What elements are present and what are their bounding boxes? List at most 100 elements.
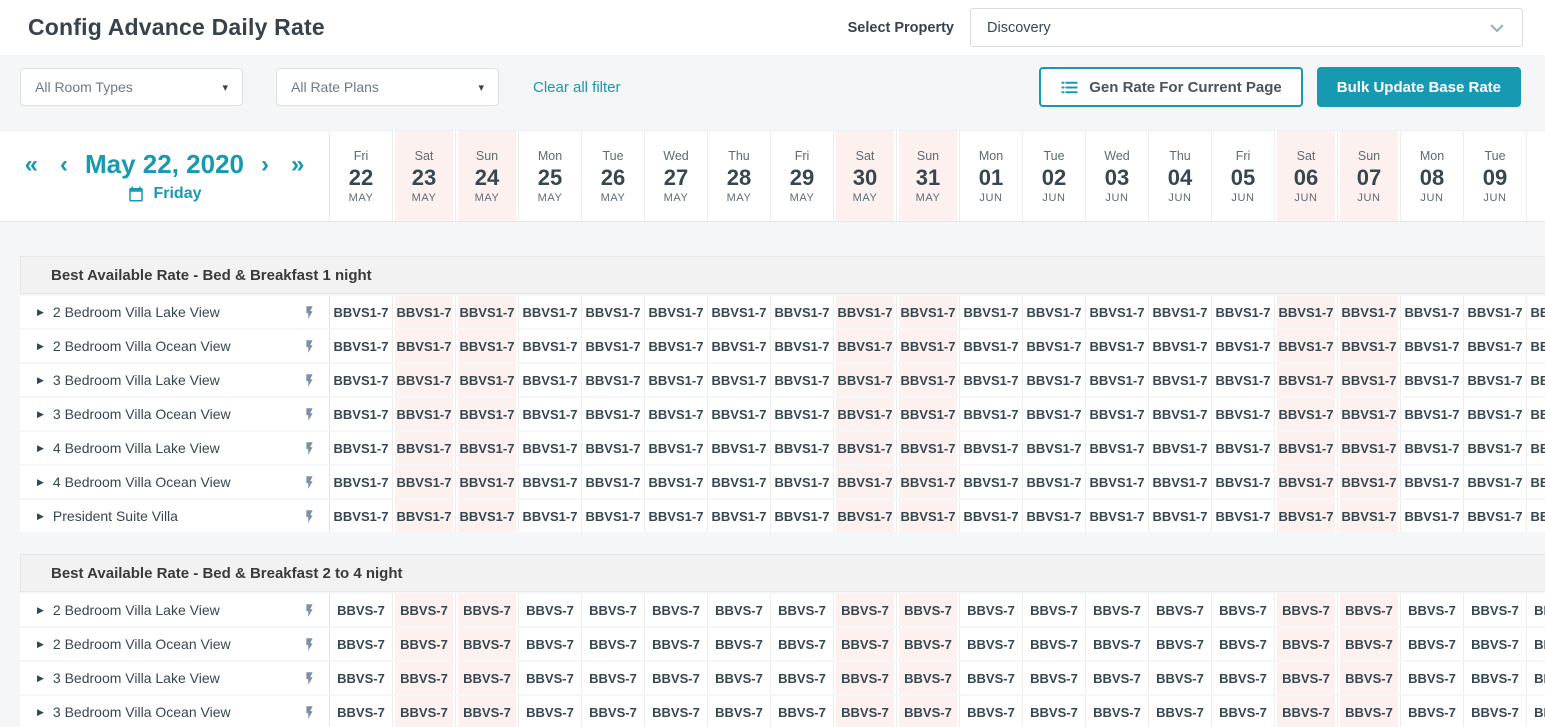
rate-cell[interactable]: BBVS-7	[1023, 662, 1086, 694]
rate-cell[interactable]: BBVS1-7	[330, 432, 393, 464]
rate-cell[interactable]: BBVS-7	[330, 662, 393, 694]
rate-cell[interactable]: BBVS1-7	[330, 296, 393, 328]
rate-cell[interactable]: BBVS1-7	[897, 432, 960, 464]
rate-cell[interactable]: BBVS1-7	[834, 330, 897, 362]
rate-cell[interactable]: BBVS-7	[1464, 662, 1527, 694]
rate-cell[interactable]: BBVS1-7	[834, 432, 897, 464]
rate-cell[interactable]: BBVS1-7	[708, 330, 771, 362]
rate-cell[interactable]: BBVS1-7	[897, 364, 960, 396]
rate-cell[interactable]: BBVS-7	[708, 628, 771, 660]
rate-cell[interactable]: BBVS-7	[1275, 628, 1338, 660]
rate-cell[interactable]: BBVS-7	[960, 696, 1023, 727]
rate-cell[interactable]: BBVS1-7	[1401, 364, 1464, 396]
rate-cell[interactable]: BBVS-7	[771, 696, 834, 727]
rate-cell[interactable]: BBVS-7	[1275, 696, 1338, 727]
rate-plans-select[interactable]: All Rate Plans ▾	[276, 68, 499, 106]
rate-cell[interactable]: BBVS1-7	[1086, 398, 1149, 430]
rate-cell[interactable]: BBVS1-7	[1338, 432, 1401, 464]
rate-cell[interactable]: BBVS-7	[456, 662, 519, 694]
rate-cell[interactable]: BBVS-7	[582, 662, 645, 694]
rate-cell[interactable]: BBVS-7	[1149, 628, 1212, 660]
rate-cell[interactable]: BBVS-7	[1401, 662, 1464, 694]
rate-cell[interactable]: BBVS1-7	[1527, 500, 1545, 532]
rate-cell[interactable]: BBVS1-7	[456, 330, 519, 362]
rate-cell[interactable]: BBVS-7	[645, 662, 708, 694]
rate-cell[interactable]: BBVS-7	[1023, 594, 1086, 626]
rate-cell[interactable]: BBVS1-7	[330, 500, 393, 532]
rate-cell[interactable]: BBVS1-7	[456, 432, 519, 464]
rate-cell[interactable]: BBVS1-7	[708, 398, 771, 430]
rate-cell[interactable]: BBVS1-7	[1023, 364, 1086, 396]
rate-cell[interactable]: BBVS1-7	[645, 398, 708, 430]
rate-cell[interactable]: BBVS-7	[1212, 594, 1275, 626]
rate-cell[interactable]: BBVS-7	[708, 594, 771, 626]
rate-cell[interactable]: BBVS-7	[1338, 594, 1401, 626]
rate-cell[interactable]: BBVS1-7	[1338, 500, 1401, 532]
rate-cell[interactable]: BBVS-7	[330, 628, 393, 660]
rate-cell[interactable]: BBVS1-7	[834, 466, 897, 498]
rate-cell[interactable]: BBVS-7	[1338, 628, 1401, 660]
rate-cell[interactable]: BBVS1-7	[1527, 432, 1545, 464]
rate-cell[interactable]: BBVS1-7	[960, 330, 1023, 362]
rate-cell[interactable]: BBVS-7	[582, 696, 645, 727]
rate-cell[interactable]: BBVS1-7	[645, 432, 708, 464]
rate-cell[interactable]: BBVS1-7	[1149, 398, 1212, 430]
rate-cell[interactable]: BBVS1-7	[645, 330, 708, 362]
rate-cell[interactable]: BBVS1-7	[1401, 432, 1464, 464]
rate-cell[interactable]: BBVS1-7	[897, 500, 960, 532]
rate-cell[interactable]: BBVS1-7	[1527, 398, 1545, 430]
rate-cell[interactable]: BBVS1-7	[582, 466, 645, 498]
rate-cell[interactable]: BBVS1-7	[771, 364, 834, 396]
rate-cell[interactable]: BBVS-7	[897, 594, 960, 626]
rate-cell[interactable]: BBVS-7	[1275, 594, 1338, 626]
rate-cell[interactable]: BBVS1-7	[456, 296, 519, 328]
rate-cell[interactable]: BBVS1-7	[1212, 398, 1275, 430]
rate-cell[interactable]: BBVS-7	[708, 662, 771, 694]
gen-rate-current-page-button[interactable]: Gen Rate For Current Page	[1039, 67, 1303, 107]
rate-cell[interactable]: BBVS1-7	[1212, 432, 1275, 464]
rate-cell[interactable]: BBVS-7	[960, 628, 1023, 660]
rate-cell[interactable]: BBVS1-7	[1212, 466, 1275, 498]
rate-cell[interactable]: BBVS1-7	[1275, 500, 1338, 532]
expand-arrow-icon[interactable]: ▶	[37, 605, 44, 616]
rate-cell[interactable]: BBVS1-7	[771, 432, 834, 464]
rate-cell[interactable]: BBVS1-7	[960, 398, 1023, 430]
rate-cell[interactable]: BBVS1-7	[1149, 500, 1212, 532]
rate-cell[interactable]: BBVS1-7	[708, 296, 771, 328]
rate-cell[interactable]: BBVS-7	[582, 594, 645, 626]
rate-cell[interactable]: BBVS1-7	[645, 364, 708, 396]
rate-cell[interactable]: BBVS-7	[1086, 628, 1149, 660]
rate-cell[interactable]: BBVS-7	[897, 696, 960, 727]
rate-cell[interactable]: BBVS-7	[771, 628, 834, 660]
rate-cell[interactable]: BBVS-7	[519, 628, 582, 660]
rate-cell[interactable]: BBVS1-7	[393, 432, 456, 464]
flash-bolt-icon[interactable]	[302, 372, 317, 389]
flash-bolt-icon[interactable]	[302, 704, 317, 721]
rate-cell[interactable]: BBVS-7	[1212, 662, 1275, 694]
flash-bolt-icon[interactable]	[302, 508, 317, 525]
rate-cell[interactable]: BBVS-7	[897, 628, 960, 660]
rate-cell[interactable]: BBVS1-7	[582, 296, 645, 328]
rate-cell[interactable]: BBVS1-7	[1023, 466, 1086, 498]
room-types-select[interactable]: All Room Types ▾	[20, 68, 243, 106]
rate-cell[interactable]: BBVS1-7	[1086, 432, 1149, 464]
expand-arrow-icon[interactable]: ▶	[37, 511, 44, 522]
rate-cell[interactable]: BBVS-7	[582, 628, 645, 660]
rate-cell[interactable]: BBVS1-7	[456, 398, 519, 430]
rate-cell[interactable]: BBVS1-7	[393, 500, 456, 532]
rate-cell[interactable]: BBVS1-7	[1401, 296, 1464, 328]
rate-cell[interactable]: BBVS-7	[960, 662, 1023, 694]
rate-cell[interactable]: BBVS1-7	[1212, 500, 1275, 532]
rate-cell[interactable]: BBVS-7	[1023, 696, 1086, 727]
rate-cell[interactable]: BBVS-7	[1527, 662, 1545, 694]
rate-cell[interactable]: BBVS1-7	[1023, 330, 1086, 362]
rate-cell[interactable]: BBVS1-7	[1275, 296, 1338, 328]
rate-cell[interactable]: BBVS1-7	[582, 364, 645, 396]
rate-cell[interactable]: BBVS1-7	[519, 398, 582, 430]
rate-cell[interactable]: BBVS-7	[834, 594, 897, 626]
rate-cell[interactable]: BBVS-7	[1338, 696, 1401, 727]
rate-cell[interactable]: BBVS1-7	[519, 330, 582, 362]
rate-cell[interactable]: BBVS1-7	[1149, 466, 1212, 498]
rate-cell[interactable]: BBVS1-7	[1149, 296, 1212, 328]
rate-cell[interactable]: BBVS1-7	[960, 500, 1023, 532]
